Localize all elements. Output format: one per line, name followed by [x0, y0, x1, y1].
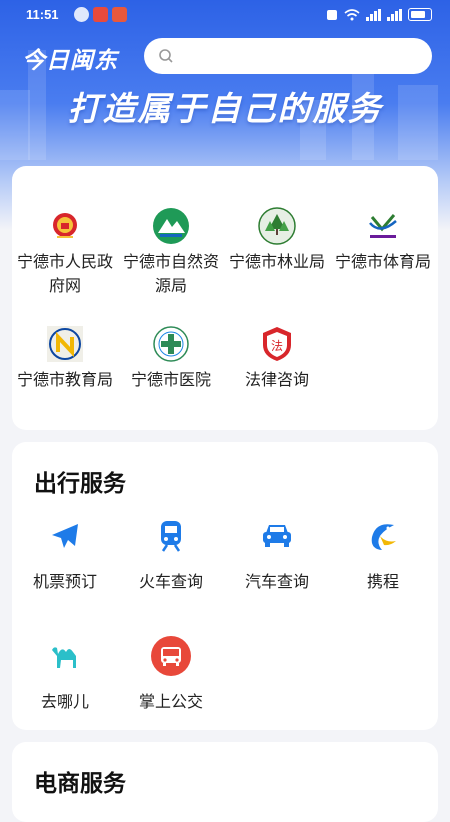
search-icon [159, 49, 173, 63]
gov-item-label: 法律咨询 [244, 370, 309, 389]
gov-item-label: 宁德市教育局 [16, 370, 113, 389]
gov-item-forestry[interactable]: 宁德市林业局 [224, 206, 330, 274]
gov-item-education[interactable]: 宁德市教育局 [12, 324, 118, 392]
signal-icon [387, 8, 402, 21]
gov-item-sports[interactable]: 宁德市体育局 [330, 206, 436, 274]
search-input[interactable] [180, 47, 424, 65]
bus-icon [151, 636, 191, 676]
travel-item-flight[interactable]: 机票预订 [12, 516, 118, 594]
travel-services-card: 出行服务 机票预订 火车查询 汽车查询 携程 去哪儿 掌上公交 [12, 442, 438, 730]
status-bar: 11:51 [0, 0, 450, 30]
gov-item-label: 宁德市自然资源局 [122, 252, 219, 295]
wifi-icon [344, 8, 360, 20]
gov-item-legal-consult[interactable]: 法 法律咨询 [224, 324, 330, 392]
airplane-icon [45, 516, 85, 556]
travel-item-label: 机票预订 [32, 572, 97, 591]
travel-item-label: 火车查询 [138, 572, 203, 591]
car-icon [257, 516, 297, 556]
travel-item-label: 汽车查询 [244, 572, 309, 591]
travel-item-label: 掌上公交 [138, 692, 203, 711]
notification-app-icon [112, 7, 127, 22]
law-shield-icon: 法 [257, 324, 297, 364]
section-title: 电商服务 [34, 771, 126, 797]
notification-icons [74, 7, 127, 22]
app-logo: 今日闽东 [22, 48, 118, 74]
section-title: 出行服务 [34, 471, 126, 497]
travel-item-mobile-bus[interactable]: 掌上公交 [118, 636, 224, 714]
gov-item-natural-resources[interactable]: 宁德市自然资源局 [118, 206, 224, 298]
battery-icon [408, 8, 432, 21]
notification-app-icon [74, 7, 89, 22]
search-bar[interactable] [144, 38, 432, 74]
gov-item-hospital[interactable]: 宁德市医院 [118, 324, 224, 392]
train-icon [151, 516, 191, 556]
ctrip-dolphin-icon [363, 516, 403, 556]
svg-text:法: 法 [271, 339, 283, 353]
travel-item-ctrip[interactable]: 携程 [330, 516, 436, 594]
gov-item-label: 宁德市林业局 [228, 252, 325, 271]
signal-icon [366, 8, 381, 21]
gov-item-label: 宁德市体育局 [334, 252, 431, 271]
slogan-banner: 打造属于自己的服务 [67, 89, 383, 128]
status-time: 11:51 [26, 7, 59, 22]
alarm-icon [327, 10, 337, 20]
national-emblem-icon [45, 206, 85, 246]
gov-item-people-government[interactable]: 宁德市人民政府网 [12, 206, 118, 298]
travel-item-label: 去哪儿 [40, 692, 89, 711]
ecommerce-services-card: 电商服务 [12, 742, 438, 822]
qunar-camel-icon [45, 636, 85, 676]
system-icons [326, 8, 432, 21]
gov-item-label: 宁德市医院 [130, 370, 211, 389]
forestry-logo-icon [257, 206, 297, 246]
travel-item-label: 携程 [366, 572, 399, 591]
hospital-logo-icon [151, 324, 191, 364]
natural-resources-logo-icon [151, 206, 191, 246]
education-logo-icon [45, 324, 85, 364]
travel-item-bus-coach[interactable]: 汽车查询 [224, 516, 330, 594]
gov-services-card: 宁德市人民政府网 宁德市自然资源局 宁德市林业局 宁德市体育局 宁德市教育局 宁… [12, 166, 438, 430]
gov-item-label: 宁德市人民政府网 [16, 252, 113, 295]
sports-logo-icon [363, 206, 403, 246]
travel-item-qunar[interactable]: 去哪儿 [12, 636, 118, 714]
notification-app-icon [93, 7, 108, 22]
travel-item-train[interactable]: 火车查询 [118, 516, 224, 594]
